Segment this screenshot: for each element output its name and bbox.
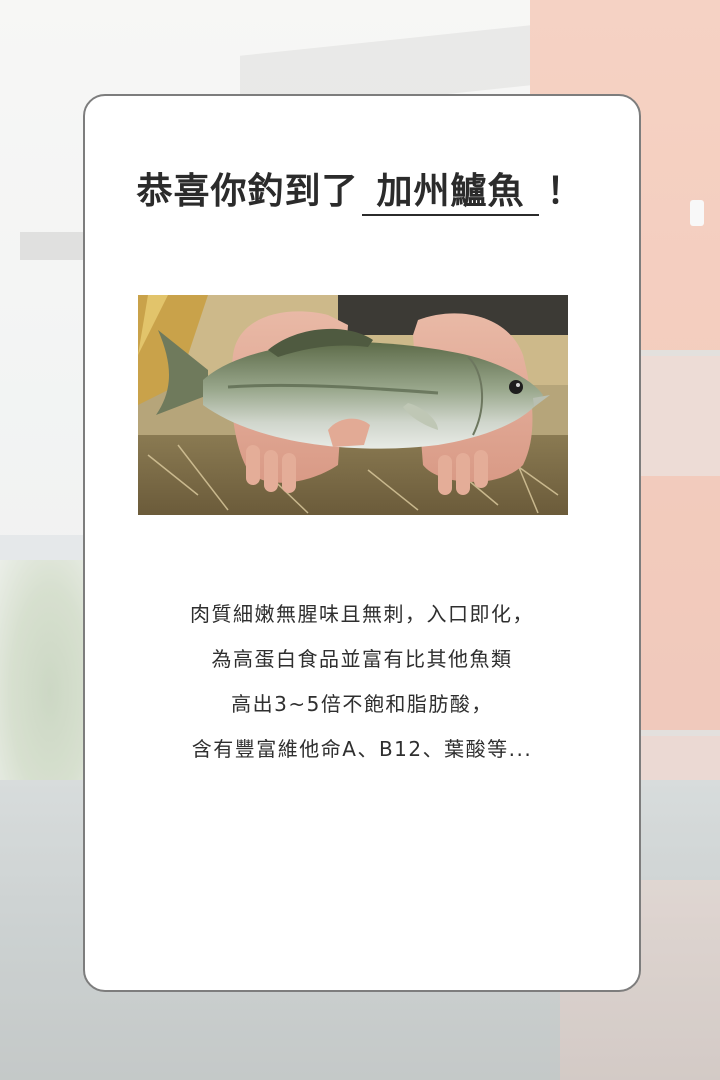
description-line: 肉質細嫩無腥味且無刺，入口即化， [190,602,534,626]
description-line: 為高蛋白食品並富有比其他魚類 [211,647,513,671]
fish-photo [138,295,568,515]
catch-title: 恭喜你釣到了 加州鱸魚！ [0,162,720,216]
title-suffix: ！ [546,171,584,212]
catch-result-card [83,94,641,992]
description-line: 高出3~5倍不飽和脂肪酸， [231,692,493,716]
description-line: 含有豐富維他命A、B12、葉酸等... [191,737,533,761]
title-prefix: 恭喜你釣到了 [136,171,359,212]
fish-name: 加州鱸魚 [362,170,539,216]
fish-description: 肉質細嫩無腥味且無刺，入口即化， 為高蛋白食品並富有比其他魚類 高出3~5倍不飽… [83,592,641,772]
